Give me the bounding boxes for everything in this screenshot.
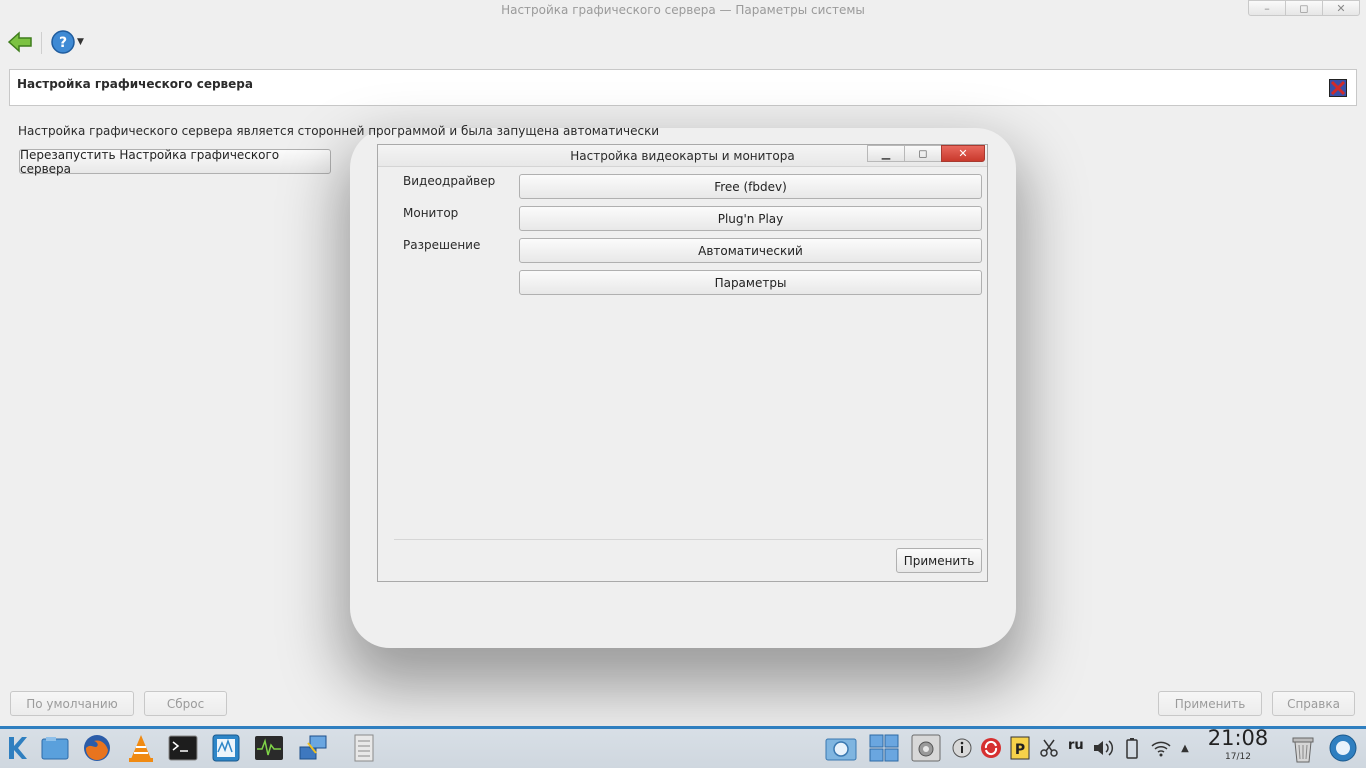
firefox-icon bbox=[84, 735, 110, 761]
window-title: Настройка графического сервера — Парамет… bbox=[501, 3, 865, 17]
update-tray-button[interactable] bbox=[976, 731, 1006, 765]
info-tray-button[interactable] bbox=[947, 731, 977, 765]
help-button[interactable]: ? ▼ bbox=[50, 28, 86, 56]
video-settings-dialog: Настройка видеокарты и монитора ▁ ◻ ✕ Ви… bbox=[377, 144, 988, 582]
network-icon bbox=[299, 735, 327, 760]
start-menu-button[interactable] bbox=[2, 731, 32, 765]
apply-button[interactable]: Применить bbox=[1158, 691, 1262, 716]
dialog-controls: ▁ ◻ ✕ bbox=[867, 145, 985, 162]
restart-button[interactable]: Перезапустить Настройка графического сер… bbox=[19, 148, 331, 176]
toolbar: ? ▼ bbox=[0, 22, 1366, 62]
scissors-icon bbox=[1040, 739, 1058, 757]
window-titlebar: Настройка графического сервера — Парамет… bbox=[0, 0, 1366, 22]
update-icon bbox=[981, 738, 1001, 758]
toolbar-separator bbox=[41, 32, 42, 54]
archive-icon bbox=[354, 734, 374, 762]
minimize-button[interactable]: – bbox=[1248, 0, 1286, 16]
system-monitor-icon bbox=[212, 734, 240, 762]
dialog-separator bbox=[394, 539, 983, 540]
firefox-launcher[interactable] bbox=[80, 731, 114, 765]
monitor-button[interactable]: Plug'n Play bbox=[519, 206, 982, 231]
monitor-label: Монитор bbox=[403, 206, 459, 220]
clock-date: 17/12 bbox=[1225, 752, 1251, 762]
x-server-icon bbox=[1329, 79, 1347, 97]
logout-button[interactable] bbox=[1326, 731, 1360, 765]
desktop-grid-button[interactable] bbox=[867, 731, 901, 765]
resolution-button[interactable]: Автоматический bbox=[519, 238, 982, 263]
volume-icon bbox=[1094, 740, 1114, 756]
parameters-button[interactable]: Параметры bbox=[519, 270, 982, 295]
wifi-icon bbox=[1151, 741, 1171, 757]
k-menu-icon bbox=[9, 737, 27, 759]
help-icon: ? bbox=[51, 30, 75, 54]
terminal-launcher[interactable] bbox=[166, 731, 200, 765]
close-button[interactable]: ✕ bbox=[1322, 0, 1360, 16]
folder-icon bbox=[41, 737, 69, 760]
chevron-down-icon: ▼ bbox=[77, 37, 84, 47]
trash-launcher[interactable] bbox=[1286, 731, 1320, 765]
wifi-tray-button[interactable] bbox=[1148, 731, 1174, 765]
battery-tray-button[interactable] bbox=[1120, 731, 1144, 765]
dialog-titlebar: Настройка видеокарты и монитора ▁ ◻ ✕ bbox=[378, 145, 987, 167]
help-text-button[interactable]: Справка bbox=[1272, 691, 1355, 716]
reset-button[interactable]: Сброс bbox=[144, 691, 227, 716]
power-orb-icon bbox=[1329, 734, 1357, 762]
scissors-tray-button[interactable] bbox=[1035, 731, 1063, 765]
screenshot-launcher[interactable] bbox=[824, 731, 858, 765]
terminal-icon bbox=[168, 735, 198, 761]
videodriver-label: Видеодрайвер bbox=[403, 174, 496, 188]
clock-time[interactable]: 21:08 bbox=[1206, 726, 1270, 750]
keyboard-layout-indicator[interactable]: ru bbox=[1068, 738, 1084, 753]
archive-launcher[interactable] bbox=[347, 731, 381, 765]
maximize-button[interactable]: ◻ bbox=[1285, 0, 1323, 16]
back-arrow-icon bbox=[7, 31, 32, 53]
activity-icon bbox=[255, 736, 283, 760]
module-header: Настройка графического сервера bbox=[9, 69, 1357, 106]
info-icon bbox=[952, 738, 972, 758]
file-manager-launcher[interactable] bbox=[38, 731, 72, 765]
videodriver-button[interactable]: Free (fbdev) bbox=[519, 174, 982, 199]
defaults-button[interactable]: По умолчанию bbox=[10, 691, 134, 716]
dialog-minimize-button[interactable]: ▁ bbox=[867, 145, 905, 162]
clipboard-p-icon: P bbox=[1010, 736, 1030, 760]
svg-text:?: ? bbox=[59, 35, 67, 51]
svg-text:P: P bbox=[1015, 742, 1025, 758]
battery-icon bbox=[1126, 738, 1138, 759]
settings-window-icon bbox=[911, 734, 941, 762]
clipboard-tray-button[interactable]: P bbox=[1006, 731, 1034, 765]
system-monitor-launcher[interactable] bbox=[209, 731, 243, 765]
chevron-up-icon: ▲ bbox=[1181, 742, 1189, 754]
module-title: Настройка графического сервера bbox=[17, 77, 253, 91]
activity-monitor-launcher[interactable] bbox=[252, 731, 286, 765]
camera-icon bbox=[825, 738, 857, 761]
back-button[interactable] bbox=[6, 28, 34, 56]
tray-expand-button[interactable]: ▲ bbox=[1176, 731, 1194, 765]
network-launcher[interactable] bbox=[296, 731, 330, 765]
dialog-apply-button[interactable]: Применить bbox=[896, 548, 982, 573]
dialog-maximize-button[interactable]: ◻ bbox=[904, 145, 942, 162]
window-controls: – ◻ ✕ bbox=[1248, 0, 1360, 16]
dialog-close-button[interactable]: ✕ bbox=[941, 145, 985, 162]
resolution-label: Разрешение bbox=[403, 238, 481, 252]
volume-tray-button[interactable] bbox=[1090, 731, 1116, 765]
vlc-icon bbox=[129, 735, 153, 762]
vlc-launcher[interactable] bbox=[124, 731, 158, 765]
trash-icon bbox=[1292, 737, 1314, 763]
task-switcher-button[interactable] bbox=[909, 731, 943, 765]
windows-grid-icon bbox=[869, 734, 899, 762]
taskbar: P ru ▲ 21:08 17/12 bbox=[0, 726, 1366, 768]
